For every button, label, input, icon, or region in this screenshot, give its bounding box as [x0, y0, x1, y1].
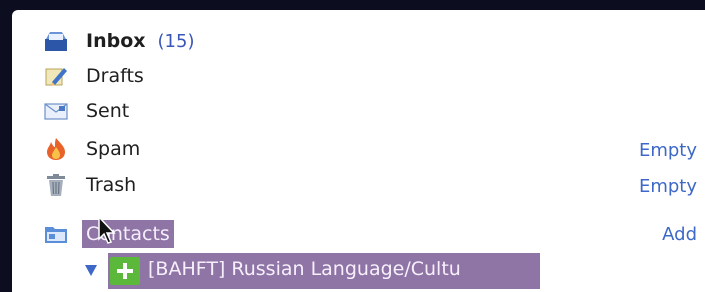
mail-folder-panel: Inbox (15) Drafts Sent Spam Empty Trash …	[12, 10, 705, 292]
folder-spam[interactable]: Spam Empty	[12, 134, 705, 164]
expand-arrow-icon[interactable]	[84, 262, 98, 281]
add-contact-link[interactable]: Add	[662, 224, 697, 245]
folder-label-drafts: Drafts	[86, 65, 144, 87]
folder-label-sent: Sent	[86, 100, 130, 122]
sent-icon	[44, 99, 68, 123]
folder-label-trash: Trash	[86, 174, 137, 196]
folder-inbox[interactable]: Inbox (15)	[12, 26, 705, 56]
folder-label-inbox: Inbox (15)	[86, 30, 195, 52]
trash-icon	[44, 173, 68, 197]
drafts-icon	[44, 64, 68, 88]
unread-count: (15)	[157, 31, 195, 52]
folder-trash[interactable]: Trash Empty	[12, 170, 705, 200]
empty-trash-link[interactable]: Empty	[639, 176, 697, 197]
empty-spam-link[interactable]: Empty	[639, 140, 697, 161]
contacts-folder-icon	[44, 222, 68, 246]
folder-contacts[interactable]: Contacts Add	[12, 219, 705, 249]
folder-label-spam: Spam	[86, 138, 141, 160]
inbox-icon	[44, 29, 68, 53]
add-plus-icon	[110, 257, 140, 285]
spam-icon	[44, 137, 68, 161]
folder-drafts[interactable]: Drafts	[12, 61, 705, 91]
dragged-contact-group[interactable]: [BAHFT] Russian Language/Cultu	[84, 253, 540, 289]
contacts-label: Contacts	[82, 220, 174, 248]
dragged-item-label: [BAHFT] Russian Language/Cultu	[148, 258, 461, 280]
folder-sent[interactable]: Sent	[12, 96, 705, 126]
